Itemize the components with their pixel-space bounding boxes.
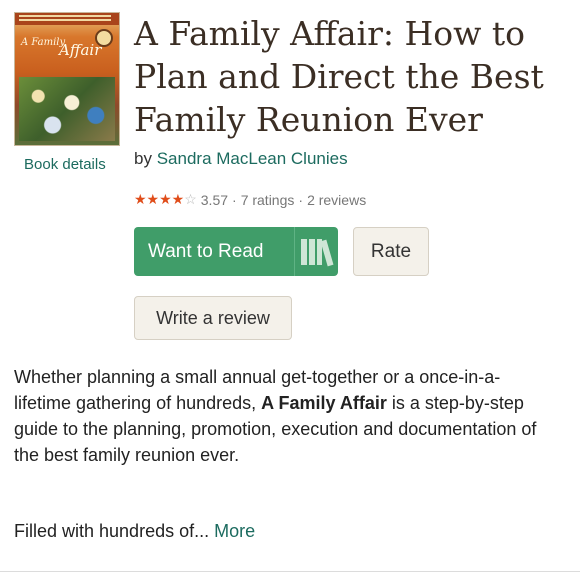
book-details-link[interactable]: Book details bbox=[24, 156, 106, 173]
cover-top-band bbox=[15, 13, 119, 25]
rate-button[interactable]: Rate bbox=[353, 227, 429, 276]
cover-title-b: Affair bbox=[59, 41, 102, 59]
author-link[interactable]: Sandra MacLean Clunies bbox=[157, 149, 348, 168]
more-link[interactable]: More bbox=[214, 521, 255, 541]
book-cover[interactable]: A Family Affair bbox=[14, 12, 120, 146]
average-rating: 3.57 bbox=[200, 191, 229, 208]
reviews-count: 2 reviews bbox=[307, 191, 367, 208]
rating-row: ★★★★☆ 3.57 · 7 ratings · 2 reviews bbox=[134, 191, 366, 208]
separator: · bbox=[298, 191, 304, 208]
book-description: Whether planning a small annual get-toge… bbox=[14, 364, 554, 468]
write-review-button[interactable]: Write a review bbox=[134, 296, 292, 340]
star-filled-icons: ★★★★ bbox=[134, 191, 185, 207]
book-title: A Family Affair: How to Plan and Direct … bbox=[134, 14, 544, 139]
divider bbox=[0, 571, 580, 572]
description-bold-title: A Family Affair bbox=[261, 393, 387, 413]
star-empty-icon: ☆ bbox=[184, 191, 197, 207]
cover-photos bbox=[19, 77, 115, 141]
want-to-read-button[interactable]: Want to Read bbox=[134, 227, 338, 276]
teaser-text: Filled with hundreds of... bbox=[14, 521, 210, 541]
want-to-read-label: Want to Read bbox=[148, 240, 264, 262]
star-rating: ★★★★☆ bbox=[134, 191, 197, 208]
description-teaser: Filled with hundreds of... More bbox=[14, 521, 255, 542]
byline: by Sandra MacLean Clunies bbox=[134, 149, 348, 169]
bookshelf-icon[interactable] bbox=[295, 227, 338, 276]
ratings-count: 7 ratings bbox=[240, 191, 295, 208]
separator: · bbox=[232, 191, 237, 208]
by-label: by bbox=[134, 149, 152, 168]
